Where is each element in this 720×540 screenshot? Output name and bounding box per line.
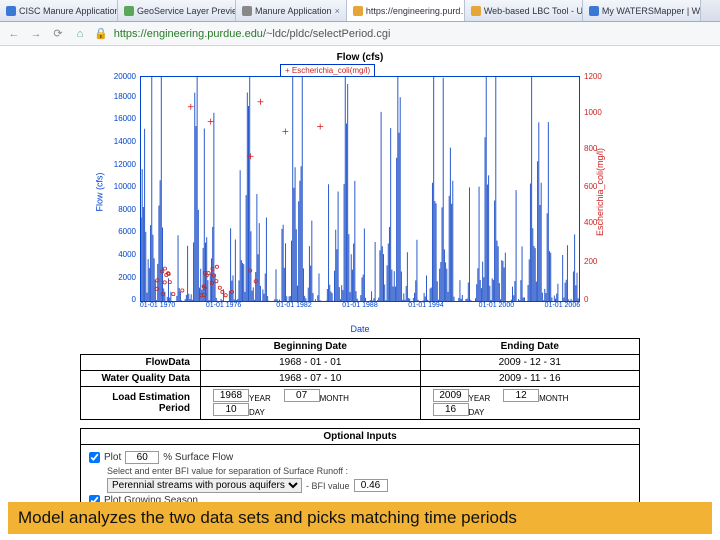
col-begin: Beginning Date (201, 339, 421, 355)
lep-end-year[interactable] (433, 389, 469, 402)
favicon (471, 6, 481, 16)
opt-plot-surface: Plot % Surface Flow (89, 451, 631, 464)
forward-icon[interactable]: → (28, 26, 44, 42)
y-ticks-right: 0 200 400 600 800 1000 1200 (582, 76, 610, 302)
x-axis-label: Date (80, 324, 640, 334)
favicon (589, 6, 599, 16)
lep-end-day[interactable] (433, 403, 469, 416)
flow-chart: Flow (cfs) + Escherichia_coli(mg/l) Flow… (80, 52, 640, 332)
reload-icon[interactable]: ⟳ (50, 26, 66, 42)
favicon (242, 6, 252, 16)
optional-title: Optional Inputs (81, 429, 639, 445)
close-icon[interactable]: × (335, 6, 340, 16)
favicon (353, 6, 363, 16)
plot-checkbox[interactable] (89, 452, 100, 463)
y-ticks-left: 0 2000 4000 6000 8000 10000 12000 14000 … (108, 76, 138, 302)
col-end: Ending Date (420, 339, 640, 355)
tab-manure[interactable]: Manure Application× (236, 0, 347, 21)
plot-pct-input[interactable] (125, 451, 159, 464)
lep-begin-month[interactable] (284, 389, 320, 402)
y-axis-left-label: Flow (cfs) (95, 173, 105, 212)
chart-title: Flow (cfs) (80, 52, 640, 63)
bfi-row: Perennial streams with porous aquifers -… (107, 478, 631, 493)
lep-begin-day[interactable] (213, 403, 249, 416)
favicon (6, 6, 16, 16)
slide-caption: Model analyzes the two data sets and pic… (8, 502, 712, 534)
lock-icon: 🔒 (94, 27, 108, 40)
lep-begin-year[interactable] (213, 389, 249, 402)
tab-waters[interactable]: My WATERSMapper | WA× (583, 0, 701, 21)
row-flow: FlowData 1968 - 01 - 01 2009 - 12 - 31 (81, 355, 640, 371)
home-icon[interactable]: ⌂ (72, 26, 88, 42)
address-bar: ← → ⟳ ⌂ 🔒 https://engineering.purdue.edu… (0, 22, 720, 46)
tab-cisc[interactable]: CISC Manure Application× (0, 0, 118, 21)
plot-area (140, 76, 580, 302)
favicon (124, 6, 134, 16)
browser-tabstrip: CISC Manure Application× GeoService Laye… (0, 0, 720, 22)
url-display[interactable]: https://engineering.purdue.edu/~ldc/pldc… (114, 28, 391, 40)
row-wq: Water Quality Data 1968 - 07 - 10 2009 -… (81, 371, 640, 387)
tab-geoservice[interactable]: GeoService Layer Preview× (118, 0, 236, 21)
back-icon[interactable]: ← (6, 26, 22, 42)
lep-end-month[interactable] (503, 389, 539, 402)
bfi-hint: Select and enter BFI value for separatio… (107, 466, 631, 476)
x-ticks: 01-01 1970 01-01 1976 01-01 1982 01-01 1… (140, 302, 580, 320)
bfi-select[interactable]: Perennial streams with porous aquifers (107, 478, 302, 493)
row-lep: Load Estimation Period YEAR MONTH DAY YE… (81, 387, 640, 420)
bfi-value-input[interactable] (354, 479, 388, 492)
tab-purdue[interactable]: https://engineering.purd…× (347, 0, 465, 21)
tab-lbc[interactable]: Web-based LBC Tool - US× (465, 0, 583, 21)
dates-table: Beginning Date Ending Date FlowData 1968… (80, 338, 640, 420)
